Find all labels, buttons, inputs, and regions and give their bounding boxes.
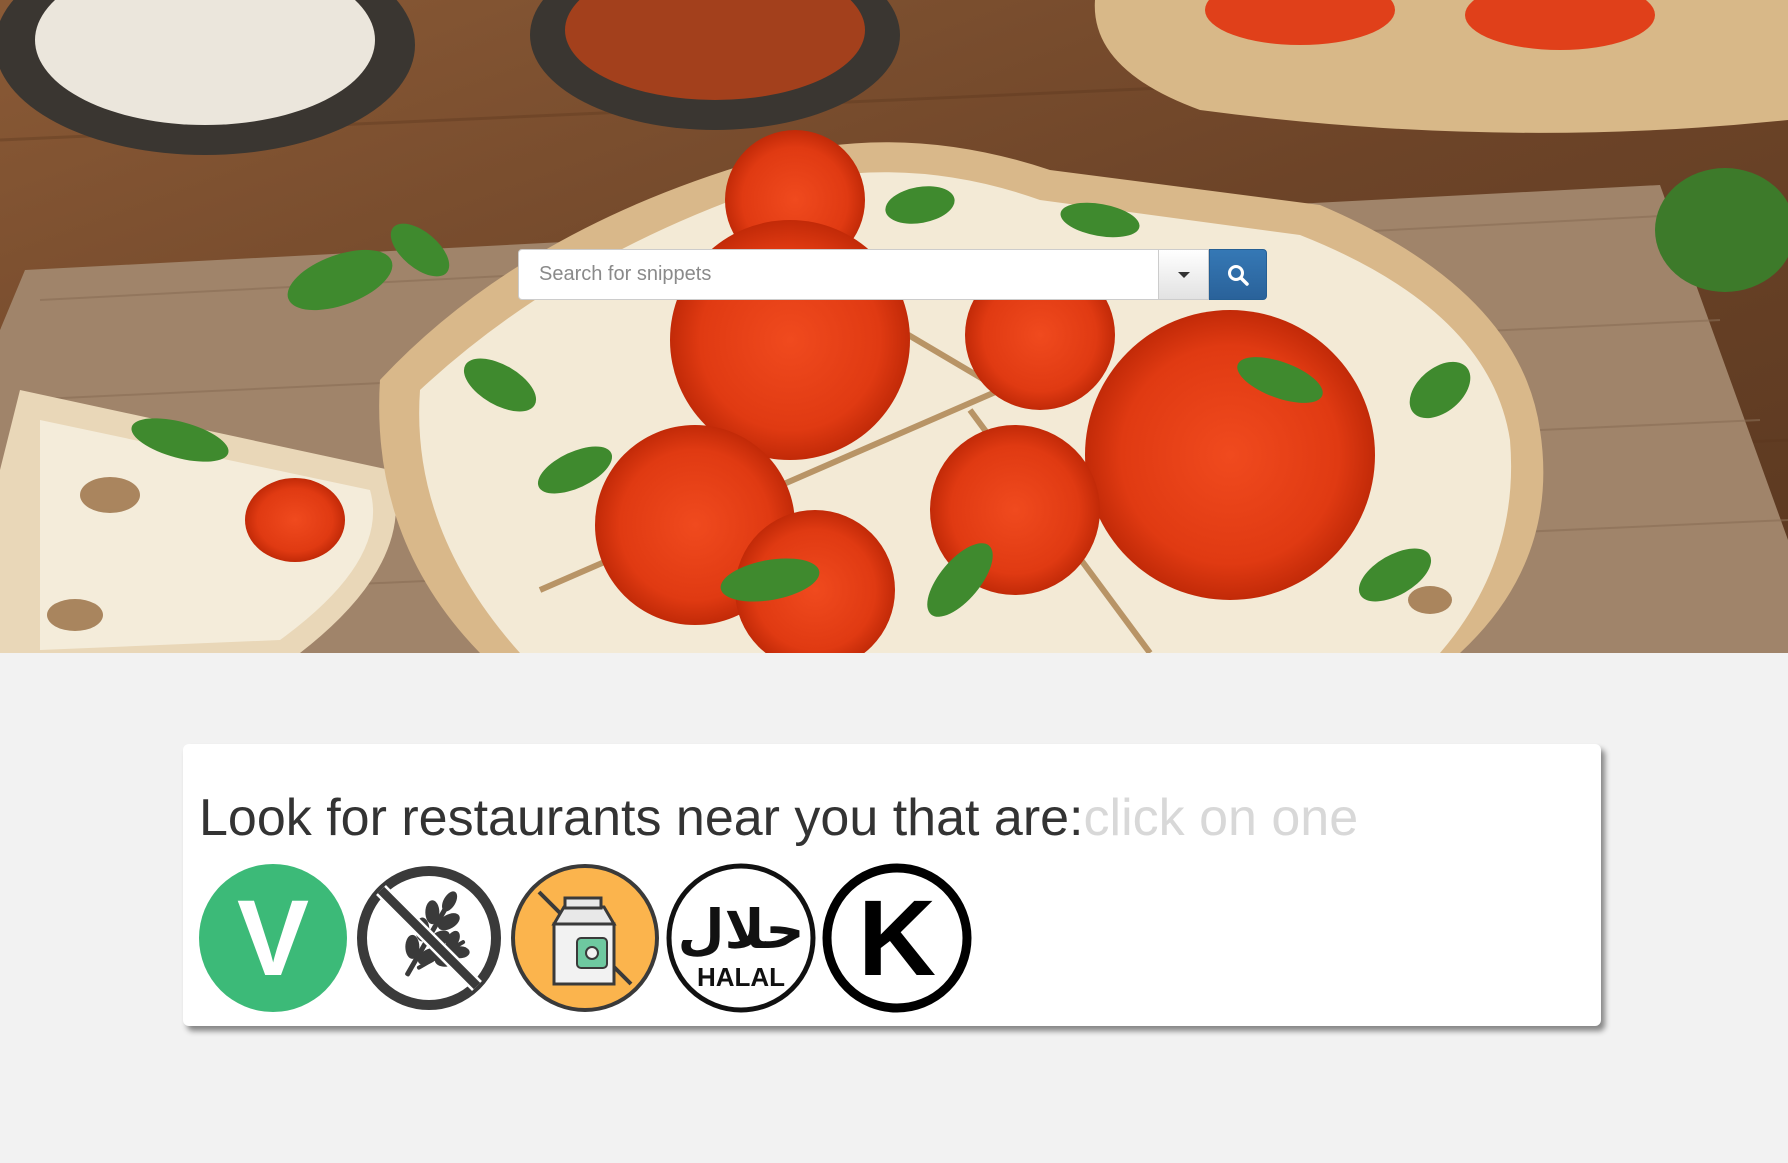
hero-image	[0, 0, 1788, 653]
svg-text:V: V	[237, 877, 309, 998]
search-icon	[1228, 264, 1249, 286]
diet-filter-card: Look for restaurants near you that are:c…	[183, 744, 1601, 1026]
search-input[interactable]	[518, 249, 1159, 300]
pizza-photo	[0, 0, 1788, 653]
caret-down-icon	[1177, 271, 1190, 278]
diet-options: V حلال HALAL K	[197, 862, 977, 1014]
gluten-free-icon	[357, 866, 501, 1010]
halal-option[interactable]: حلال HALAL	[665, 862, 817, 1014]
kosher-option[interactable]: K	[821, 862, 973, 1014]
filter-heading: Look for restaurants near you that are:c…	[199, 788, 1358, 848]
search-dropdown-button[interactable]	[1159, 249, 1209, 300]
halal-icon: حلال HALAL	[666, 863, 816, 1013]
search-button[interactable]	[1209, 249, 1267, 300]
search-bar	[518, 249, 1267, 300]
gluten-free-option[interactable]	[353, 862, 505, 1014]
dairy-free-option[interactable]	[509, 862, 661, 1014]
dairy-free-icon	[511, 864, 659, 1012]
vegan-option[interactable]: V	[197, 862, 349, 1014]
vegan-icon: V	[199, 864, 347, 1012]
filter-hint: click on one	[1083, 789, 1359, 847]
filter-heading-text: Look for restaurants near you that are:	[199, 789, 1084, 847]
svg-text:K: K	[858, 877, 936, 998]
svg-text:حلال: حلال	[678, 898, 805, 961]
svg-text:HALAL: HALAL	[697, 962, 785, 992]
kosher-icon: K	[822, 863, 972, 1013]
